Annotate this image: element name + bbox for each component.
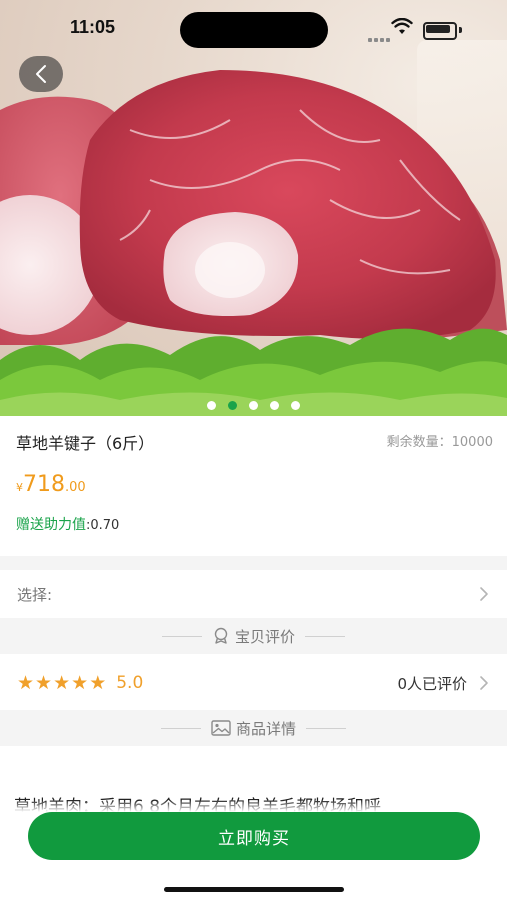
detail-section-header: 商品详情 [0, 710, 507, 746]
carousel-dot[interactable] [291, 401, 300, 410]
home-indicator[interactable] [164, 887, 344, 892]
detail-section-title: 商品详情 [211, 718, 296, 739]
review-count: 0人已评价 [397, 674, 467, 693]
star-rating: ★ ★ ★ ★ ★ 5.0 [17, 672, 143, 694]
star-icon: ★ [71, 672, 89, 694]
review-badge-icon [214, 627, 228, 644]
star-icon: ★ [53, 672, 71, 694]
stock-info: 剩余数量：10000 [387, 431, 493, 450]
image-icon [211, 720, 231, 736]
divider-line [160, 727, 201, 729]
section-divider [0, 556, 507, 570]
spec-select-row[interactable]: 选择: [0, 570, 507, 618]
star-icon: ★ [35, 672, 53, 694]
divider-line [306, 727, 346, 729]
signal-icon [368, 27, 392, 42]
status-time: 11:05 [70, 17, 116, 37]
carousel-indicator[interactable] [0, 395, 507, 414]
price-currency: ¥ [16, 481, 23, 494]
product-info: 草地羊键子（6斤） 剩余数量：10000 ¥718.00 赠送助力值:0.70 [0, 416, 507, 556]
back-button[interactable] [19, 56, 63, 92]
star-icon: ★ [17, 672, 35, 694]
back-chevron-icon [36, 65, 46, 83]
product-image [0, 70, 507, 416]
product-price: ¥718.00 [16, 472, 86, 497]
buy-now-button[interactable]: 立即购买 [28, 812, 480, 860]
rating-row[interactable]: ★ ★ ★ ★ ★ 5.0 0人已评价 [0, 658, 507, 708]
spec-select-label: 选择: [17, 585, 53, 604]
battery-cap [459, 27, 462, 33]
status-bar: 11:05 [0, 0, 507, 56]
chevron-right-icon [480, 676, 488, 690]
reviews-section-header: 宝贝评价 [0, 618, 507, 654]
price-integer: 718 [23, 472, 65, 497]
carousel-dot[interactable] [270, 401, 279, 410]
stock-value: 10000 [451, 435, 493, 450]
chevron-right-icon [480, 587, 488, 601]
price-decimal: .00 [65, 480, 86, 495]
product-image-carousel[interactable] [0, 0, 507, 416]
carousel-dot-active[interactable] [228, 401, 237, 410]
divider-line [161, 635, 202, 637]
star-icon: ★ [89, 672, 107, 694]
stock-label: 剩余数量： [386, 435, 452, 450]
wifi-icon [391, 18, 413, 34]
bonus-label: 赠送助力值 [16, 517, 86, 533]
reviews-section-label: 宝贝评价 [234, 627, 295, 646]
rating-score: 5.0 [116, 673, 144, 693]
bonus-value: :0.70 [86, 518, 120, 533]
reviews-section-title: 宝贝评价 [212, 626, 295, 647]
product-title: 草地羊键子（6斤） [16, 434, 155, 453]
bonus-points: 赠送助力值:0.70 [16, 514, 119, 534]
battery-icon [423, 22, 457, 40]
carousel-dot[interactable] [249, 401, 258, 410]
divider-line [305, 635, 345, 637]
dynamic-island [180, 12, 328, 48]
detail-section-label: 商品详情 [235, 719, 296, 738]
carousel-dot[interactable] [207, 401, 216, 410]
